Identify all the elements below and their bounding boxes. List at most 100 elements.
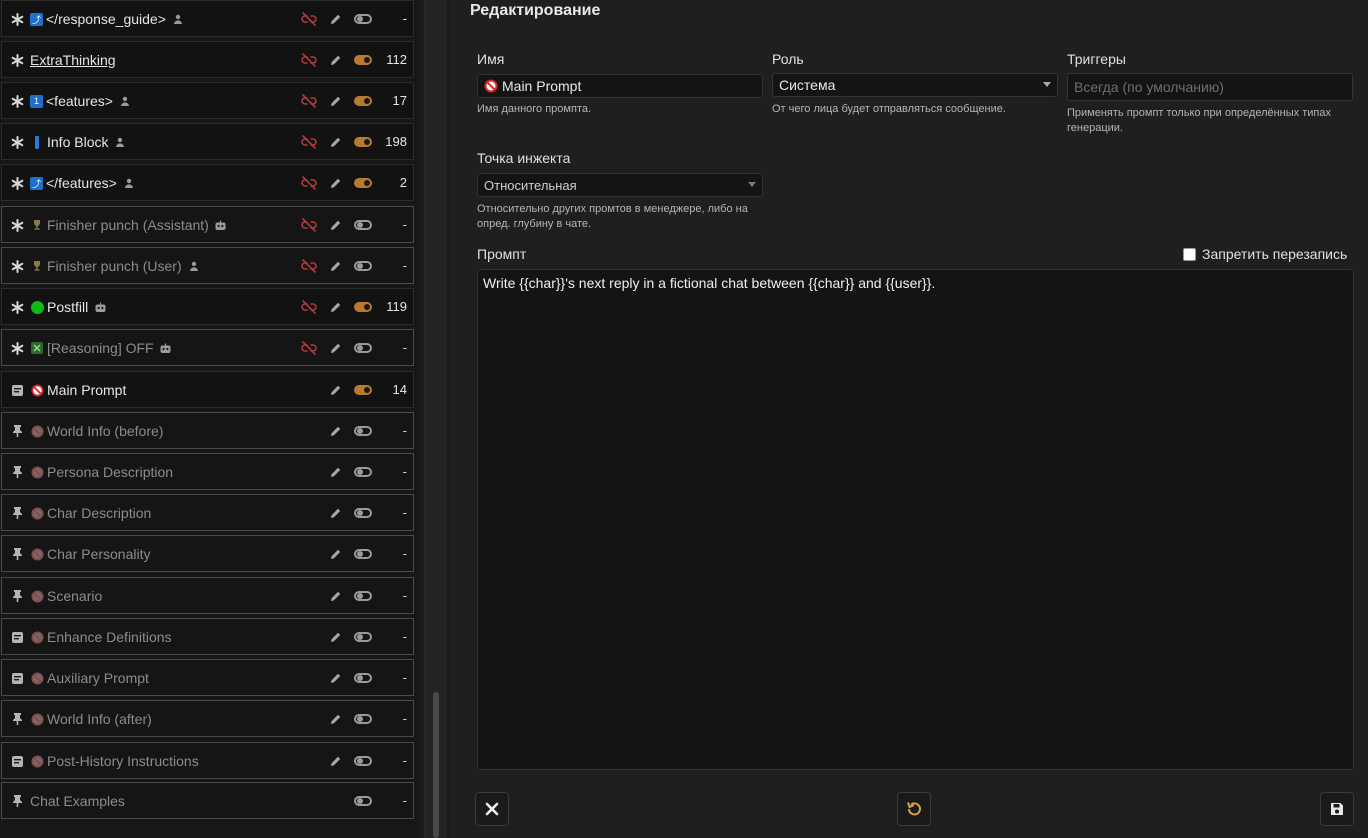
unlink-icon[interactable] — [300, 340, 318, 356]
document-icon[interactable] — [8, 381, 26, 399]
enable-toggle[interactable] — [352, 711, 374, 727]
enable-toggle[interactable] — [352, 670, 374, 686]
prompt-name[interactable]: Persona Description — [30, 463, 173, 481]
prompt-list-item[interactable]: Char Personality - — [1, 535, 414, 572]
enable-toggle[interactable] — [352, 629, 374, 645]
pencil-icon[interactable] — [326, 588, 344, 604]
prompt-list-item[interactable]: Info Block 198 — [1, 123, 414, 160]
pin-icon[interactable] — [8, 463, 26, 481]
enable-toggle[interactable] — [352, 258, 374, 274]
enable-toggle[interactable] — [352, 52, 374, 68]
enable-toggle[interactable] — [352, 588, 374, 604]
pencil-icon[interactable] — [326, 464, 344, 480]
enable-toggle[interactable] — [352, 423, 374, 439]
prompt-name[interactable]: Main Prompt — [30, 381, 126, 399]
prompt-list-item[interactable]: Finisher punch (User) - — [1, 247, 414, 284]
prompt-name[interactable]: World Info (before) — [30, 422, 163, 440]
document-icon[interactable] — [8, 752, 26, 770]
asterisk-icon[interactable] — [8, 298, 26, 316]
prompt-list-item[interactable]: Main Prompt 14 — [1, 371, 414, 408]
document-icon[interactable] — [8, 628, 26, 646]
unlink-icon[interactable] — [300, 258, 318, 274]
asterisk-icon[interactable] — [8, 133, 26, 151]
asterisk-icon[interactable] — [8, 92, 26, 110]
unlink-icon[interactable] — [300, 175, 318, 191]
pencil-icon[interactable] — [326, 629, 344, 645]
triggers-input[interactable]: Всегда (по умолчанию) — [1067, 73, 1353, 101]
asterisk-icon[interactable] — [8, 51, 26, 69]
enable-toggle[interactable] — [352, 11, 374, 27]
prompt-name[interactable]: Post-History Instructions — [30, 752, 199, 770]
prompt-list-item[interactable]: World Info (before) - — [1, 412, 414, 449]
prompt-list-item[interactable]: Enhance Definitions - — [1, 618, 414, 655]
role-select[interactable]: Система — [772, 73, 1058, 97]
pencil-icon[interactable] — [326, 217, 344, 233]
prompt-list-item[interactable]: World Info (after) - — [1, 700, 414, 737]
forbid-overrides-label[interactable]: Запретить перезапись — [1202, 246, 1347, 262]
prompt-name[interactable]: Auxiliary Prompt — [30, 669, 149, 687]
unlink-icon[interactable] — [300, 11, 318, 27]
pin-icon[interactable] — [8, 792, 26, 810]
pin-icon[interactable] — [8, 504, 26, 522]
unlink-icon[interactable] — [300, 134, 318, 150]
enable-toggle[interactable] — [352, 134, 374, 150]
prompt-textarea[interactable]: Write {{char}}'s next reply in a fiction… — [477, 269, 1354, 770]
prompt-name[interactable]: Info Block — [30, 133, 127, 151]
prompt-name[interactable]: Chat Examples — [30, 792, 125, 810]
close-button[interactable] — [475, 792, 509, 826]
prompt-name[interactable]: Finisher punch (Assistant) — [30, 216, 228, 234]
prompt-name[interactable]: Postfill — [30, 298, 107, 316]
prompt-name[interactable]: ExtraThinking — [30, 51, 116, 69]
pencil-icon[interactable] — [326, 340, 344, 356]
prompt-list-item[interactable]: 1 <features> 17 — [1, 82, 414, 119]
pencil-icon[interactable] — [326, 134, 344, 150]
enable-toggle[interactable] — [352, 93, 374, 109]
pencil-icon[interactable] — [326, 711, 344, 727]
asterisk-icon[interactable] — [8, 257, 26, 275]
asterisk-icon[interactable] — [8, 10, 26, 28]
asterisk-icon[interactable] — [8, 216, 26, 234]
prompt-list-item[interactable]: ExtraThinking 112 — [1, 41, 414, 78]
enable-toggle[interactable] — [352, 753, 374, 769]
prompt-name[interactable]: Finisher punch (User) — [30, 257, 201, 275]
prompt-list-item[interactable]: Post-History Instructions - — [1, 742, 414, 779]
prompt-name[interactable]: ⤴ </response_guide> — [30, 10, 185, 28]
injection-select[interactable]: Относительная — [477, 173, 763, 197]
prompt-list-item[interactable]: Char Description - — [1, 494, 414, 531]
enable-toggle[interactable] — [352, 340, 374, 356]
pencil-icon[interactable] — [326, 258, 344, 274]
pin-icon[interactable] — [8, 710, 26, 728]
pin-icon[interactable] — [8, 587, 26, 605]
prompt-name[interactable]: ⤴ </features> — [30, 174, 136, 192]
prompt-name[interactable]: Scenario — [30, 587, 102, 605]
enable-toggle[interactable] — [352, 464, 374, 480]
prompt-list-item[interactable]: Chat Examples - — [1, 782, 414, 819]
pin-icon[interactable] — [8, 422, 26, 440]
pin-icon[interactable] — [8, 545, 26, 563]
prompt-name[interactable]: Enhance Definitions — [30, 628, 172, 646]
prompt-list-item[interactable]: ⤴ </features> 2 — [1, 164, 414, 201]
pencil-icon[interactable] — [326, 423, 344, 439]
prompt-name[interactable]: Char Personality — [30, 545, 151, 563]
asterisk-icon[interactable] — [8, 174, 26, 192]
enable-toggle[interactable] — [352, 299, 374, 315]
asterisk-icon[interactable] — [8, 339, 26, 357]
prompt-name[interactable]: World Info (after) — [30, 710, 152, 728]
enable-toggle[interactable] — [352, 175, 374, 191]
prompt-name[interactable]: 1 <features> — [30, 92, 132, 110]
prompt-name[interactable]: [Reasoning] OFF — [30, 339, 173, 357]
enable-toggle[interactable] — [352, 546, 374, 562]
pencil-icon[interactable] — [326, 93, 344, 109]
unlink-icon[interactable] — [300, 299, 318, 315]
pencil-icon[interactable] — [326, 11, 344, 27]
enable-toggle[interactable] — [352, 217, 374, 233]
pencil-icon[interactable] — [326, 753, 344, 769]
unlink-icon[interactable] — [300, 93, 318, 109]
pencil-icon[interactable] — [326, 52, 344, 68]
pencil-icon[interactable] — [326, 299, 344, 315]
forbid-overrides-checkbox[interactable] — [1183, 248, 1196, 261]
pencil-icon[interactable] — [326, 382, 344, 398]
pencil-icon[interactable] — [326, 505, 344, 521]
unlink-icon[interactable] — [300, 52, 318, 68]
prompt-list-item[interactable]: [Reasoning] OFF - — [1, 329, 414, 366]
